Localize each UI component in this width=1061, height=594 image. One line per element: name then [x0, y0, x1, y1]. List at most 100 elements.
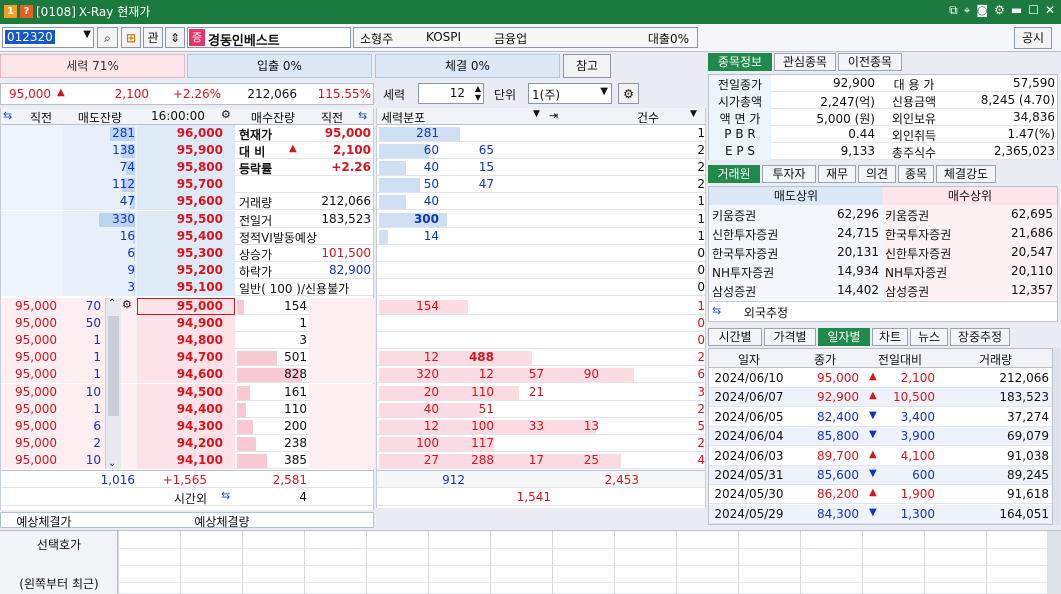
ask-row[interactable]: 330 95,500 전일거 183,523 [1, 210, 373, 228]
link-icon[interactable]: ⧉ [949, 3, 958, 18]
scrollbar[interactable] [1053, 348, 1060, 525]
daily-row[interactable]: 2024/06/03 89,700 ▲ 4,100 91,038 [709, 447, 1052, 466]
camera-icon[interactable]: ◙ [976, 3, 988, 18]
tab-0[interactable]: 시간별 [708, 328, 762, 346]
chevron-down-icon[interactable]: ▼ [533, 109, 540, 119]
bid-row[interactable]: 95,000 2 94,200 238 [1, 434, 375, 452]
ask-price[interactable]: 95,100 [137, 280, 223, 294]
bid-price[interactable]: 94,800 [137, 333, 223, 347]
bid-price[interactable]: 94,700 [137, 350, 223, 364]
chevron-up-icon[interactable]: ⌃ [108, 298, 116, 309]
tab-5[interactable]: 체결강도 [936, 165, 996, 183]
ask-price[interactable]: 95,900 [137, 143, 223, 157]
stock-code-input[interactable]: 012320 ▼ [2, 27, 94, 48]
bid-row[interactable]: 95,000 10 94,500 161 [1, 383, 375, 401]
ask-row[interactable]: 47 95,600 거래량 212,066 [1, 193, 373, 211]
gear-icon[interactable]: ⚙ [221, 108, 231, 121]
ask-price[interactable]: 95,600 [137, 194, 223, 208]
pin-icon[interactable]: ⌖ [964, 3, 971, 18]
broker-row[interactable]: 삼성증권 14,402 삼성증권 12,357 [709, 281, 1057, 300]
tab-2[interactable]: 재무 [818, 165, 856, 183]
scroll-thumb[interactable] [108, 316, 119, 416]
ask-row[interactable]: 16 95,400 정적VI발동예상 [1, 227, 373, 245]
tab-2[interactable]: 이전종목 [838, 53, 902, 71]
bid-price[interactable]: 94,400 [137, 402, 223, 416]
tab-2[interactable]: 일자별 [818, 328, 870, 346]
scrollbar[interactable] [1047, 531, 1061, 594]
tab-3[interactable]: 차트 [872, 328, 908, 346]
bid-price[interactable]: 94,900 [137, 316, 223, 330]
bid-row[interactable]: 95,000 70 95,000 154 [1, 298, 375, 315]
bid-row[interactable]: 95,000 10 94,100 385 [1, 451, 375, 469]
daily-row[interactable]: 2024/05/30 86,200 ▲ 1,900 91,618 [709, 485, 1052, 505]
tab-5[interactable]: 장중추정 [950, 328, 1010, 346]
bid-row[interactable]: 95,000 6 94,300 200 [1, 417, 375, 435]
stepper-arrows-icon[interactable]: ▲ ▼ [475, 84, 481, 102]
chevron-down-icon[interactable]: ▼ [83, 29, 91, 40]
gear-icon[interactable]: ⚙ [994, 3, 1005, 18]
help-icon[interactable]: ? [20, 5, 33, 18]
tab-4[interactable]: 뉴스 [910, 328, 948, 346]
bid-price[interactable]: 94,100 [137, 453, 223, 467]
daily-row[interactable]: 2024/06/04 85,800 ▼ 3,900 69,079 [709, 427, 1052, 447]
tab-3[interactable]: 의견 [858, 165, 896, 183]
toggle-icon[interactable]: ⇆ [712, 304, 721, 317]
bid-row[interactable]: 95,000 1 94,600 828 [1, 366, 375, 384]
tab-0[interactable]: 거래원 [708, 165, 760, 183]
toggle-icon[interactable]: ⇆ [221, 489, 230, 502]
broker-row[interactable]: 한국투자증권 20,131 신한투자증권 20,547 [709, 243, 1057, 262]
next-icon[interactable]: ⇥ [549, 109, 558, 122]
unit-select[interactable]: 1(주) ▼ [528, 83, 612, 104]
ask-row[interactable]: 138 95,900 대 비 ▲ 2,100 [1, 142, 373, 160]
ask-price[interactable]: 95,700 [137, 177, 223, 191]
maximize-icon[interactable]: ☐ [1028, 3, 1039, 18]
tab-1[interactable]: 관심종목 [774, 53, 836, 71]
chevron-down-icon[interactable]: ▼ [690, 109, 697, 119]
notice-button[interactable]: 공시 [1014, 27, 1052, 49]
chevron-down-icon[interactable]: ▼ [600, 86, 608, 97]
minimize-icon[interactable]: ▬ [1011, 3, 1022, 18]
badge-1[interactable]: 1 [4, 5, 17, 18]
chevron-down-icon[interactable]: ⌄ [108, 458, 116, 469]
daily-row[interactable]: 2024/05/31 85,600 ▼ 600 89,245 [709, 466, 1052, 485]
ask-row[interactable]: 3 95,100 일반( 100 )/신용불가 [1, 278, 373, 296]
seryeok-stepper[interactable]: 12 ▲ ▼ [418, 83, 484, 104]
ask-row[interactable]: 6 95,300 상승가 101,500 [1, 244, 373, 262]
daily-row[interactable]: 2024/06/07 92,900 ▲ 10,500 183,523 [709, 388, 1052, 408]
ask-row[interactable]: 74 95,800 등락률 +2.26 [1, 159, 373, 177]
bid-row[interactable]: 95,000 1 94,800 3 [1, 332, 375, 350]
bid-price[interactable]: 94,600 [137, 367, 223, 381]
bid-price[interactable]: 94,300 [137, 419, 223, 433]
toggle-icon[interactable]: ⇆ [358, 109, 367, 122]
bid-row[interactable]: 95,000 50 94,900 1 [1, 315, 375, 333]
broker-row[interactable]: 신한투자증권 24,715 한국투자증권 21,686 [709, 224, 1057, 243]
gear-icon[interactable]: ⚙ [618, 83, 639, 104]
daily-row[interactable]: 2024/06/05 82,400 ▼ 3,400 37,274 [709, 408, 1052, 427]
tab-0[interactable]: 종목정보 [708, 53, 772, 71]
ask-price[interactable]: 95,800 [137, 160, 223, 174]
gear-icon[interactable]: ⚙ [122, 298, 132, 311]
ask-price[interactable]: 95,200 [137, 263, 223, 277]
tab-1[interactable]: 가격별 [764, 328, 816, 346]
ask-row[interactable]: 112 95,700 [1, 176, 373, 194]
search-icon[interactable]: ⌕ [97, 27, 118, 48]
reference-button[interactable]: 참고 [563, 54, 611, 78]
bid-row[interactable]: 95,000 1 94,700 501 [1, 349, 375, 367]
bid-price[interactable]: 95,000 [137, 299, 223, 313]
daily-row[interactable]: 2024/06/10 95,000 ▲ 2,100 212,066 [709, 369, 1052, 388]
kwan-button[interactable]: 관 [143, 27, 163, 48]
broker-row[interactable]: 키움증권 62,296 키움증권 62,695 [709, 205, 1057, 224]
ask-row[interactable]: 9 95,200 하락가 82,900 [1, 261, 373, 279]
close-icon[interactable]: ✕ [1045, 3, 1055, 18]
tab-1[interactable]: 투자자 [762, 165, 816, 183]
ask-price[interactable]: 95,500 [137, 212, 223, 226]
bid-price[interactable]: 94,200 [137, 436, 223, 450]
scrollbar[interactable]: ⌃ ⌄ [105, 298, 121, 469]
ask-row[interactable]: 281 96,000 현재가 95,000 [1, 125, 373, 142]
bid-price[interactable]: 94,500 [137, 385, 223, 399]
daily-row[interactable]: 2024/05/29 84,300 ▼ 1,300 164,051 [709, 504, 1052, 524]
broker-row[interactable]: NH투자증권 14,934 NH투자증권 20,110 [709, 262, 1057, 281]
ask-price[interactable]: 95,400 [137, 229, 223, 243]
tab-4[interactable]: 종목 [898, 165, 934, 183]
ask-price[interactable]: 96,000 [137, 126, 223, 140]
